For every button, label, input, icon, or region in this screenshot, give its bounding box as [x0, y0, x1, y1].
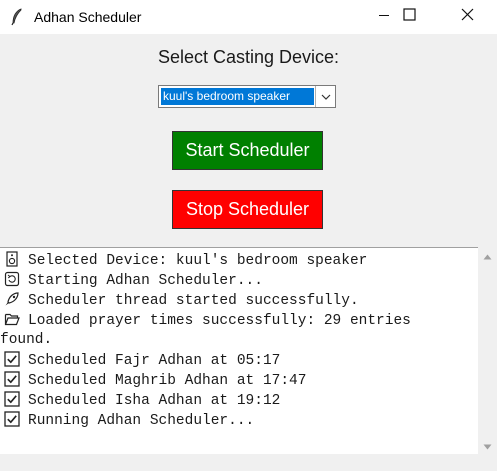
triangle-up-icon	[483, 247, 492, 265]
checkbox-icon	[4, 411, 20, 427]
window-title: Adhan Scheduler	[34, 9, 142, 25]
rocket-icon	[4, 291, 20, 307]
maximize-icon	[402, 8, 416, 26]
checkbox-icon	[4, 391, 20, 407]
app-window: Adhan Scheduler Select Casting Device: k…	[0, 0, 497, 471]
stop-scheduler-button[interactable]: Stop Scheduler	[172, 190, 323, 229]
triangle-down-icon	[483, 437, 492, 455]
refresh-icon	[4, 271, 20, 287]
scroll-up-button[interactable]	[478, 247, 497, 264]
chevron-down-icon	[321, 88, 331, 106]
folder-icon	[4, 311, 20, 327]
device-selected-value[interactable]: kuul's bedroom speaker	[161, 88, 314, 105]
combobox-dropdown-button[interactable]	[315, 86, 335, 107]
log-line: Selected Device: kuul's bedroom speaker	[4, 251, 367, 270]
maximize-button[interactable]	[386, 0, 432, 34]
log-line: Scheduled Maghrib Adhan at 17:47	[4, 371, 306, 390]
log-line: found.	[0, 332, 53, 348]
log-line: Scheduled Isha Adhan at 19:12	[4, 391, 280, 410]
feather-icon	[10, 8, 24, 26]
checkbox-icon	[4, 351, 20, 367]
log-line: Scheduled Fajr Adhan at 05:17	[4, 351, 280, 370]
start-scheduler-button[interactable]: Start Scheduler	[172, 131, 323, 170]
close-icon	[461, 8, 474, 26]
speaker-icon	[4, 251, 20, 267]
log-line: Starting Adhan Scheduler...	[4, 271, 263, 290]
log-line: Loaded prayer times successfully: 29 ent…	[4, 311, 411, 330]
log-line: Scheduler thread started successfully.	[4, 291, 359, 310]
select-device-label: Select Casting Device:	[157, 47, 340, 67]
log-textarea[interactable]: Selected Device: kuul's bedroom speaker …	[0, 247, 478, 454]
scroll-down-button[interactable]	[478, 437, 497, 454]
device-combobox[interactable]: kuul's bedroom speaker	[158, 85, 336, 108]
bottom-padding	[0, 454, 497, 471]
checkbox-icon	[4, 371, 20, 387]
log-scrollbar[interactable]	[478, 247, 497, 454]
title-bar[interactable]: Adhan Scheduler	[0, 0, 497, 34]
close-button[interactable]	[444, 0, 490, 34]
log-line: Running Adhan Scheduler...	[4, 411, 254, 430]
